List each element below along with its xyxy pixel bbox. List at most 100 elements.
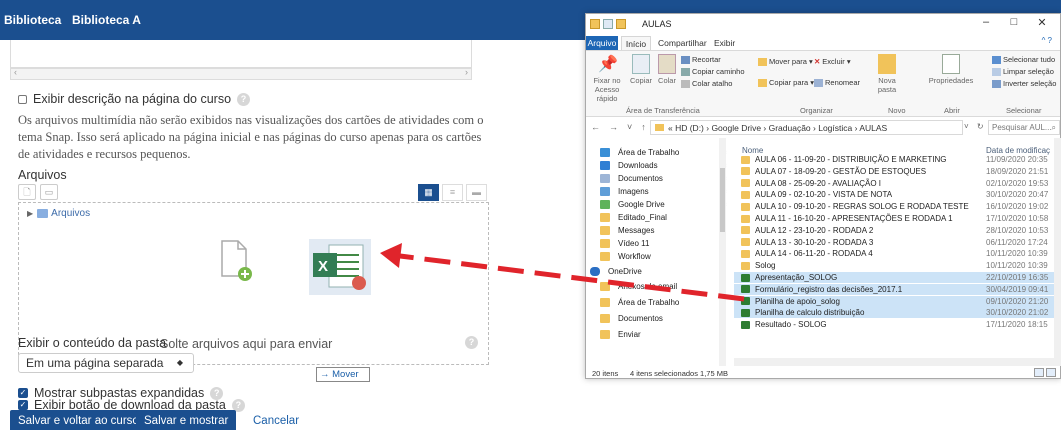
show-folder-contents-select[interactable]: Em uma página separada ◆ <box>18 353 194 373</box>
file-explorer-window[interactable]: AULAS – □ ✕ Arquivo Início Compartilhar … <box>585 13 1061 379</box>
pin-icon: 📌 <box>598 56 618 73</box>
file-row[interactable]: AULA 10 - 09-10-20 - REGRAS SOLOG E RODA… <box>734 201 1054 212</box>
file-row[interactable]: Planilha de apoio_solog 09/10/2020 21:20 <box>734 295 1054 307</box>
refresh-icon[interactable]: ↻ <box>977 122 984 131</box>
pin-quick-access-button[interactable]: 📌 Fixar no Acesso rápido <box>590 54 624 103</box>
show-download-checkbox[interactable]: ✓ <box>18 400 28 410</box>
properties-icon[interactable] <box>603 19 613 29</box>
editor-horizontal-scrollbar[interactable]: ‹ › <box>10 67 472 80</box>
scroll-right-icon[interactable]: › <box>465 67 468 77</box>
nav-item[interactable]: Downloads✱ <box>600 159 727 172</box>
new-folder-icon[interactable] <box>616 19 626 29</box>
nav-item[interactable]: Messages <box>600 224 654 237</box>
nav-item[interactable]: Imagens✱ <box>600 185 727 198</box>
description-editor[interactable] <box>10 40 472 68</box>
file-row[interactable]: AULA 06 - 11-09-20 - DISTRIBUIÇÃO E MARK… <box>734 154 1054 165</box>
nav-item[interactable]: OneDrive <box>590 265 642 278</box>
copy-path-button[interactable]: Copiar caminho <box>681 67 745 77</box>
nav-item[interactable]: Documentos <box>600 312 663 325</box>
properties-button[interactable]: Propriedades <box>928 54 974 85</box>
nav-item[interactable]: Anexos de email <box>600 280 677 293</box>
paste-shortcut-button[interactable]: Colar atalho <box>681 79 732 89</box>
up-arrow-icon[interactable]: ↑ <box>641 122 646 132</box>
delete-button[interactable]: ✕ Excluir ▾ <box>814 57 851 66</box>
nav-item[interactable]: Documentos✱ <box>600 172 727 185</box>
copy-to-button[interactable]: Copiar para ▾ <box>758 78 814 88</box>
file-list-scrollbar[interactable] <box>1054 138 1061 366</box>
file-row[interactable]: AULA 08 - 25-09-20 - AVALIAÇÃO I 02/10/20… <box>734 178 1054 189</box>
file-row[interactable]: AULA 07 - 18-09-20 - GESTÃO DE ESTOQUES 1… <box>734 166 1054 177</box>
file-list-horizontal-scrollbar[interactable] <box>734 358 1054 366</box>
view-tree-button[interactable]: ▬ <box>466 184 487 201</box>
file-row[interactable]: AULA 14 - 06-11-20 - RODADA 4 10/11/2020 … <box>734 248 1054 259</box>
tab-compartilhar[interactable]: Compartilhar <box>658 36 707 50</box>
add-file-button[interactable]: 🗋 <box>18 184 36 200</box>
folder-icon <box>741 214 750 223</box>
create-folder-button[interactable]: ▭ <box>40 184 58 200</box>
tab-inicio[interactable]: Início <box>621 36 651 50</box>
nav-item[interactable]: Editado_Final <box>600 211 667 224</box>
file-row[interactable]: AULA 12 - 23-10-20 - RODADA 2 28/10/2020 … <box>734 225 1054 236</box>
chevron-down-icon: ◆ <box>176 358 183 367</box>
address-path[interactable]: « HD (D:) › Google Drive › Graduação › L… <box>650 120 963 135</box>
nav-pane-scrollbar[interactable] <box>719 138 726 366</box>
file-row[interactable]: Formulário_registro das decisões_2017.1 3… <box>734 283 1054 295</box>
recent-chevron-icon[interactable]: ˅ <box>627 122 632 132</box>
move-to-button[interactable]: Mover para ▾ <box>758 57 813 67</box>
close-button[interactable]: ✕ <box>1028 16 1056 29</box>
tab-biblioteca[interactable]: Biblioteca <box>4 0 61 40</box>
select-all-button[interactable]: Selecionar tudo <box>992 55 1055 65</box>
view-icons-button[interactable]: ▦ <box>418 184 439 201</box>
help-icon[interactable]: ? <box>465 336 478 349</box>
chevron-up-icon[interactable]: ^ ? <box>1042 36 1052 45</box>
file-row[interactable]: AULA 09 - 02-10-20 - VISTA DE NOTA 30/10/… <box>734 189 1054 200</box>
view-list-button[interactable]: ≡ <box>442 184 463 201</box>
file-date: 16/10/2020 19:02 <box>986 202 1049 212</box>
invert-selection-button[interactable]: Inverter seleção <box>992 79 1056 89</box>
search-input[interactable]: Pesquisar AUL... ⌕ <box>988 120 1060 135</box>
help-icon[interactable]: ? <box>237 92 251 106</box>
file-row[interactable]: Solog 10/11/2020 10:39 <box>734 260 1054 271</box>
copy-button[interactable]: Copiar <box>628 54 654 85</box>
details-view-icon[interactable] <box>1034 368 1044 377</box>
tab-arquivo[interactable]: Arquivo <box>586 36 618 50</box>
nav-item[interactable]: Workflow <box>600 250 651 263</box>
file-row[interactable]: AULA 13 - 30-10-20 - RODADA 3 06/11/2020 … <box>734 237 1054 248</box>
cut-button[interactable]: Recortar <box>681 55 721 65</box>
paste-button[interactable]: Colar <box>656 54 678 85</box>
new-folder-button[interactable]: Nova pasta <box>872 54 902 94</box>
svg-text:X: X <box>318 258 328 275</box>
nav-item-label: Área de Trabalho <box>618 298 680 307</box>
tab-biblioteca-a[interactable]: Biblioteca A <box>72 0 141 40</box>
tab-exibir[interactable]: Exibir <box>714 36 735 50</box>
folder-link[interactable]: ▶ Arquivos <box>27 208 90 219</box>
large-icons-view-icon[interactable] <box>1046 368 1056 377</box>
file-row[interactable]: Planilha de calculo distribuição 30/10/20… <box>734 307 1054 319</box>
show-subfolders-checkbox[interactable]: ✓ <box>18 388 28 398</box>
file-row[interactable]: AULA 11 - 16-10-20 - APRESENTAÇÕES E ROD… <box>734 213 1054 224</box>
minimize-button[interactable]: – <box>972 16 1000 29</box>
nav-item[interactable]: Vídeo 11 <box>600 237 649 250</box>
address-path-text: « HD (D:) › Google Drive › Graduação › L… <box>668 123 888 133</box>
save-and-display-button[interactable]: Salvar e mostrar <box>136 410 237 430</box>
nav-item[interactable]: Google Drive✱ <box>600 198 727 211</box>
show-description-checkbox[interactable] <box>18 94 27 104</box>
chevron-down-icon[interactable]: ˅ <box>964 122 969 131</box>
nav-item-label: OneDrive <box>608 267 642 276</box>
maximize-button[interactable]: □ <box>1000 16 1028 29</box>
back-arrow-icon[interactable]: ← <box>591 122 600 132</box>
scrollbar-thumb[interactable] <box>720 168 725 232</box>
forward-arrow-icon[interactable]: → <box>609 122 618 132</box>
file-row[interactable]: Apresentação_SOLOG 22/10/2019 16:35 <box>734 272 1054 283</box>
rename-button[interactable]: Renomear <box>814 78 860 88</box>
clear-selection-button[interactable]: Limpar seleção <box>992 67 1054 77</box>
nav-item[interactable]: Área de Trabalho <box>600 296 679 309</box>
scroll-left-icon[interactable]: ‹ <box>14 67 17 77</box>
save-and-return-button[interactable]: Salvar e voltar ao curso <box>10 410 147 430</box>
nav-item[interactable]: Área de Trabalho✱ <box>600 146 727 159</box>
nav-item[interactable]: Enviar <box>600 328 641 341</box>
file-row[interactable]: Resultado - SOLOG 17/11/2020 18:15 <box>734 319 1054 330</box>
group-select-label: Selecionar <box>1006 106 1042 115</box>
cancel-button[interactable]: Cancelar <box>245 410 307 430</box>
explorer-titlebar[interactable]: AULAS – □ ✕ <box>586 14 1060 36</box>
